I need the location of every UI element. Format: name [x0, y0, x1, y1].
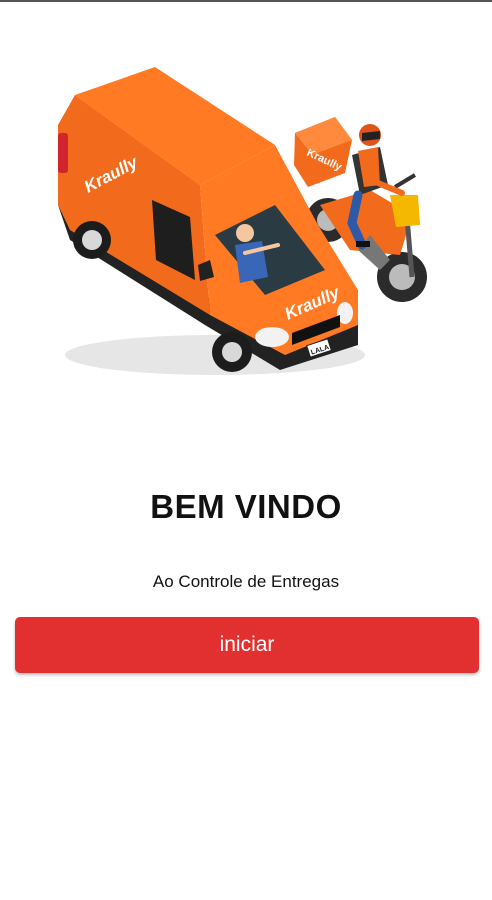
status-bar-edge — [0, 0, 492, 2]
delivery-van-and-motorcycle-icon: Kraully LALA Kraully Kraully — [58, 67, 427, 375]
welcome-title: BEM VINDO — [150, 488, 342, 525]
welcome-subtitle: Ao Controle de Entregas — [152, 572, 340, 591]
start-button[interactable]: iniciar — [15, 617, 479, 673]
welcome-screen: Kraully LALA Kraully Kraully BEM VINDO A… — [0, 0, 492, 900]
delivery-illustration: Kraully LALA Kraully Kraully — [40, 55, 450, 400]
